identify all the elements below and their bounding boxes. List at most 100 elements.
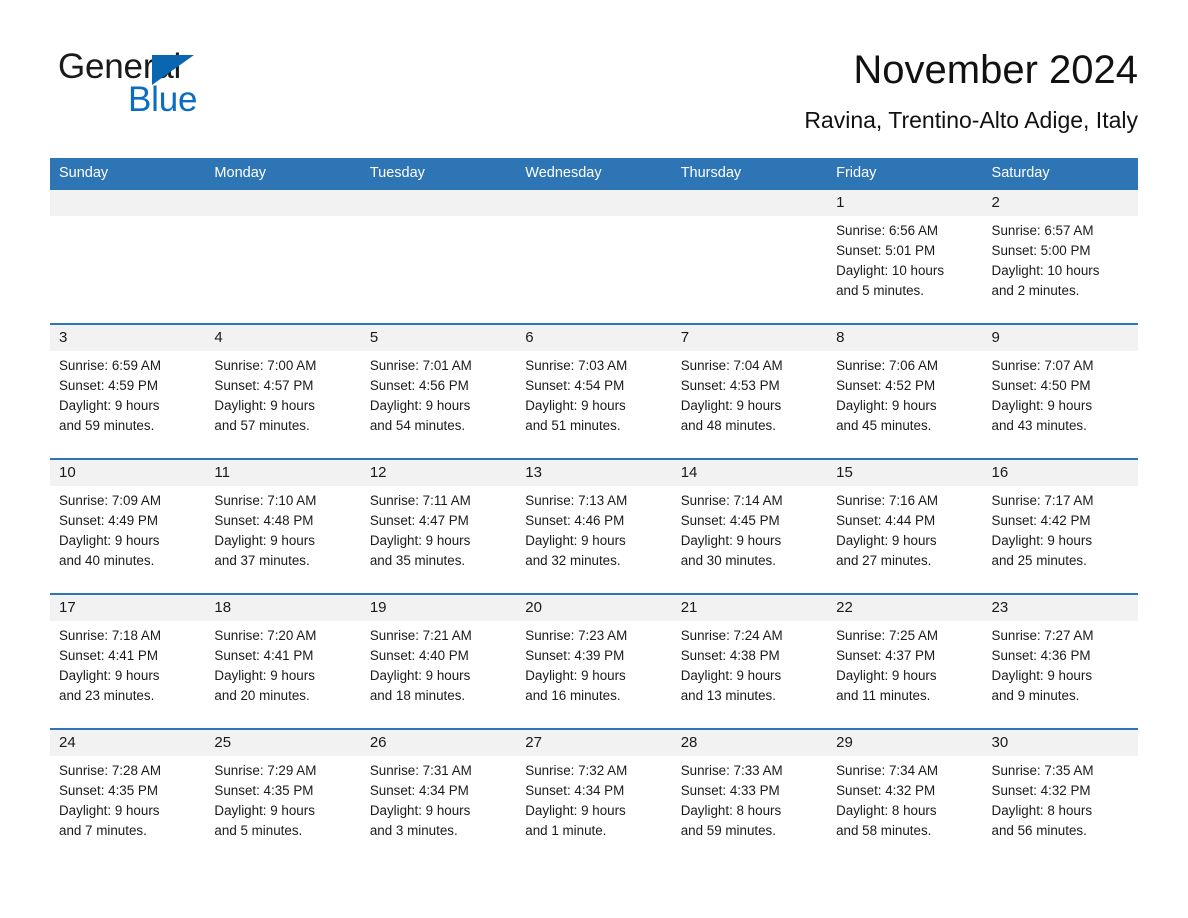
day-cell[interactable]: 30 Sunrise: 7:35 AM Sunset: 4:32 PM Dayl…: [982, 730, 1138, 863]
day-cell[interactable]: 13 Sunrise: 7:13 AM Sunset: 4:46 PM Dayl…: [516, 460, 672, 593]
day-number: 30: [991, 734, 1009, 751]
day-cell[interactable]: 28 Sunrise: 7:33 AM Sunset: 4:33 PM Dayl…: [671, 730, 828, 863]
day-cell[interactable]: 12 Sunrise: 7:11 AM Sunset: 4:47 PM Dayl…: [360, 460, 517, 593]
day-cell[interactable]: 29 Sunrise: 7:34 AM Sunset: 4:32 PM Dayl…: [827, 730, 983, 863]
day-details: Sunrise: 7:09 AM Sunset: 4:49 PM Dayligh…: [50, 486, 205, 571]
daylight-text-line2: and 5 minutes.: [214, 823, 303, 838]
weekday-header-row: Sunday Monday Tuesday Wednesday Thursday…: [50, 158, 1138, 188]
day-number-band: 19: [360, 595, 517, 621]
day-details: [50, 216, 205, 221]
day-number-band: 2: [982, 190, 1138, 216]
sunrise-text: Sunrise: 7:34 AM: [836, 763, 939, 778]
daylight-text-line1: Daylight: 9 hours: [59, 398, 160, 413]
day-number-band: 28: [671, 730, 828, 756]
day-cell[interactable]: 20 Sunrise: 7:23 AM Sunset: 4:39 PM Dayl…: [516, 595, 672, 728]
daylight-text-line2: and 20 minutes.: [214, 688, 310, 703]
day-cell[interactable]: 6 Sunrise: 7:03 AM Sunset: 4:54 PM Dayli…: [516, 325, 672, 458]
sunset-text: Sunset: 4:35 PM: [59, 783, 158, 798]
daylight-text-line1: Daylight: 9 hours: [214, 398, 315, 413]
day-cell[interactable]: 16 Sunrise: 7:17 AM Sunset: 4:42 PM Dayl…: [982, 460, 1138, 593]
day-number-band: 25: [205, 730, 361, 756]
day-details: Sunrise: 7:34 AM Sunset: 4:32 PM Dayligh…: [827, 756, 982, 841]
day-cell[interactable]: 26 Sunrise: 7:31 AM Sunset: 4:34 PM Dayl…: [360, 730, 517, 863]
daylight-text-line1: Daylight: 9 hours: [680, 533, 782, 548]
sunset-text: Sunset: 4:40 PM: [369, 648, 469, 663]
day-cell[interactable]: 1 Sunrise: 6:56 AM Sunset: 5:01 PM Dayli…: [827, 190, 983, 323]
day-cell[interactable]: 5 Sunrise: 7:01 AM Sunset: 4:56 PM Dayli…: [360, 325, 517, 458]
daylight-text-line2: and 23 minutes.: [59, 688, 155, 703]
daylight-text-line1: Daylight: 9 hours: [525, 398, 626, 413]
sunrise-text: Sunrise: 7:13 AM: [525, 493, 628, 508]
day-cell[interactable]: 27 Sunrise: 7:32 AM Sunset: 4:34 PM Dayl…: [516, 730, 672, 863]
day-number-band: 5: [360, 325, 517, 351]
day-number-band: [671, 190, 828, 216]
day-number: 29: [836, 734, 853, 751]
day-number-band: 7: [671, 325, 828, 351]
sunset-text: Sunset: 4:56 PM: [369, 378, 469, 393]
daylight-text-line2: and 2 minutes.: [991, 283, 1080, 298]
day-details: [361, 216, 516, 221]
day-details: Sunrise: 7:27 AM Sunset: 4:36 PM Dayligh…: [983, 621, 1138, 706]
day-details: Sunrise: 7:20 AM Sunset: 4:41 PM Dayligh…: [205, 621, 360, 706]
day-cell[interactable]: 7 Sunrise: 7:04 AM Sunset: 4:53 PM Dayli…: [671, 325, 828, 458]
sunrise-text: Sunrise: 6:57 AM: [991, 223, 1094, 238]
day-cell[interactable]: 24 Sunrise: 7:28 AM Sunset: 4:35 PM Dayl…: [50, 730, 206, 863]
day-cell[interactable]: 25 Sunrise: 7:29 AM Sunset: 4:35 PM Dayl…: [205, 730, 361, 863]
day-details: Sunrise: 7:23 AM Sunset: 4:39 PM Dayligh…: [516, 621, 671, 706]
daylight-text-line2: and 5 minutes.: [836, 283, 924, 298]
day-cell[interactable]: 15 Sunrise: 7:16 AM Sunset: 4:44 PM Dayl…: [827, 460, 983, 593]
day-cell[interactable]: [50, 190, 206, 323]
day-number: 18: [214, 599, 232, 616]
daylight-text-line2: and 40 minutes.: [59, 553, 155, 568]
daylight-text-line1: Daylight: 9 hours: [59, 668, 160, 683]
day-number-band: 12: [360, 460, 517, 486]
week-row: 17 Sunrise: 7:18 AM Sunset: 4:41 PM Dayl…: [50, 593, 1138, 728]
daylight-text-line1: Daylight: 9 hours: [836, 533, 937, 548]
day-details: Sunrise: 7:13 AM Sunset: 4:46 PM Dayligh…: [516, 486, 671, 571]
day-details: [672, 216, 827, 221]
daylight-text-line1: Daylight: 9 hours: [369, 803, 471, 818]
day-number-band: 4: [205, 325, 361, 351]
sunset-text: Sunset: 4:57 PM: [214, 378, 314, 393]
day-cell[interactable]: 8 Sunrise: 7:06 AM Sunset: 4:52 PM Dayli…: [827, 325, 983, 458]
daylight-text-line2: and 11 minutes.: [836, 688, 931, 703]
day-cell[interactable]: [205, 190, 361, 323]
sunset-text: Sunset: 4:59 PM: [59, 378, 158, 393]
day-cell[interactable]: 2 Sunrise: 6:57 AM Sunset: 5:00 PM Dayli…: [982, 190, 1138, 323]
day-details: Sunrise: 7:10 AM Sunset: 4:48 PM Dayligh…: [205, 486, 360, 571]
sunset-text: Sunset: 4:42 PM: [991, 513, 1091, 528]
day-cell[interactable]: 9 Sunrise: 7:07 AM Sunset: 4:50 PM Dayli…: [982, 325, 1138, 458]
day-cell[interactable]: 18 Sunrise: 7:20 AM Sunset: 4:41 PM Dayl…: [205, 595, 361, 728]
sunrise-text: Sunrise: 7:01 AM: [369, 358, 472, 373]
sunset-text: Sunset: 5:00 PM: [991, 243, 1091, 258]
daylight-text-line1: Daylight: 9 hours: [680, 398, 782, 413]
day-number: 16: [991, 464, 1009, 481]
daylight-text-line2: and 7 minutes.: [59, 823, 147, 838]
day-cell[interactable]: [671, 190, 828, 323]
sunrise-text: Sunrise: 7:07 AM: [991, 358, 1094, 373]
day-number: 9: [991, 329, 1000, 346]
day-details: Sunrise: 7:17 AM Sunset: 4:42 PM Dayligh…: [983, 486, 1138, 571]
day-details: Sunrise: 7:29 AM Sunset: 4:35 PM Dayligh…: [205, 756, 360, 841]
day-number: 12: [369, 464, 387, 481]
daylight-text-line2: and 9 minutes.: [991, 688, 1080, 703]
day-cell[interactable]: 21 Sunrise: 7:24 AM Sunset: 4:38 PM Dayl…: [671, 595, 828, 728]
day-number-band: [516, 190, 672, 216]
day-number: 7: [680, 329, 690, 346]
day-cell[interactable]: 22 Sunrise: 7:25 AM Sunset: 4:37 PM Dayl…: [827, 595, 983, 728]
day-cell[interactable]: 17 Sunrise: 7:18 AM Sunset: 4:41 PM Dayl…: [50, 595, 206, 728]
day-cell[interactable]: [360, 190, 517, 323]
sunrise-text: Sunrise: 7:21 AM: [369, 628, 472, 643]
day-cell[interactable]: 23 Sunrise: 7:27 AM Sunset: 4:36 PM Dayl…: [982, 595, 1138, 728]
day-cell[interactable]: 11 Sunrise: 7:10 AM Sunset: 4:48 PM Dayl…: [205, 460, 361, 593]
day-number-band: 21: [671, 595, 828, 621]
day-cell[interactable]: 10 Sunrise: 7:09 AM Sunset: 4:49 PM Dayl…: [50, 460, 206, 593]
sunrise-text: Sunrise: 6:56 AM: [836, 223, 939, 238]
day-cell[interactable]: [516, 190, 672, 323]
day-cell[interactable]: 3 Sunrise: 6:59 AM Sunset: 4:59 PM Dayli…: [50, 325, 206, 458]
daylight-text-line2: and 48 minutes.: [680, 418, 776, 433]
sunset-text: Sunset: 4:54 PM: [525, 378, 625, 393]
day-cell[interactable]: 14 Sunrise: 7:14 AM Sunset: 4:45 PM Dayl…: [671, 460, 828, 593]
day-cell[interactable]: 4 Sunrise: 7:00 AM Sunset: 4:57 PM Dayli…: [205, 325, 361, 458]
day-cell[interactable]: 19 Sunrise: 7:21 AM Sunset: 4:40 PM Dayl…: [360, 595, 517, 728]
